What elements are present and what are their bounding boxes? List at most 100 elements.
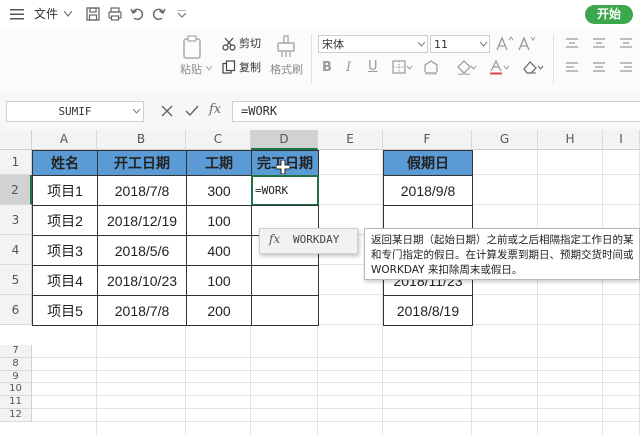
column-header-d[interactable]: D: [251, 130, 318, 150]
font-name-select[interactable]: 宋体: [318, 35, 428, 53]
table-cell[interactable]: [251, 295, 319, 326]
print-icon[interactable]: [108, 7, 122, 21]
customize-toolbar-chevron-icon[interactable]: [178, 10, 186, 18]
align-bottom-icon[interactable]: [620, 38, 632, 48]
bold-icon[interactable]: B: [322, 60, 332, 76]
clear-format-icon[interactable]: [522, 60, 544, 75]
gridline: [32, 395, 640, 397]
table-cell[interactable]: [251, 265, 319, 296]
chevron-down-icon[interactable]: [418, 42, 425, 47]
cut-button[interactable]: 剪切: [239, 37, 261, 51]
paste-label[interactable]: 粘贴: [180, 63, 202, 77]
table-cell[interactable]: 项目2: [32, 205, 98, 236]
align-right-icon[interactable]: [620, 62, 632, 74]
file-menu[interactable]: 文件: [34, 0, 58, 28]
ribbon-divider: [311, 34, 312, 84]
table-cell[interactable]: 400: [186, 235, 252, 266]
chevron-down-icon[interactable]: [133, 109, 140, 114]
underline-icon[interactable]: U: [368, 59, 378, 75]
gridline: [537, 150, 538, 435]
active-cell-d2[interactable]: =WORK: [251, 175, 319, 206]
format-painter-icon[interactable]: [276, 35, 296, 59]
cancel-formula-icon[interactable]: [161, 105, 173, 117]
row-header-12[interactable]: 12: [0, 409, 32, 422]
function-fx-icon: fx: [269, 232, 281, 246]
paste-chevron-icon[interactable]: [206, 66, 212, 71]
row-header-4[interactable]: 4: [0, 235, 32, 265]
font-size-value: 11: [434, 38, 448, 51]
select-all-corner[interactable]: [0, 130, 32, 150]
chevron-down-icon[interactable]: [480, 42, 487, 47]
fill-color-icon[interactable]: [422, 60, 440, 75]
table-cell[interactable]: 项目1: [32, 175, 98, 206]
gridline: [32, 369, 640, 371]
row-header-5[interactable]: 5: [0, 265, 32, 295]
align-center-icon[interactable]: [593, 62, 605, 74]
table-cell[interactable]: 200: [186, 295, 252, 326]
column-header-b[interactable]: B: [97, 130, 186, 150]
table-cell[interactable]: 2018/7/8: [97, 175, 187, 206]
row-header-7[interactable]: 7: [0, 345, 32, 358]
hamburger-menu-icon[interactable]: [10, 9, 24, 20]
column-header-e[interactable]: E: [318, 130, 383, 150]
format-painter-label[interactable]: 格式刷: [270, 63, 303, 77]
borders-icon[interactable]: [392, 60, 412, 75]
row-header-6[interactable]: 6: [0, 295, 32, 325]
row-header-9[interactable]: 9: [0, 370, 32, 384]
table-cell[interactable]: 100: [186, 265, 252, 296]
align-top-icon[interactable]: [566, 38, 578, 48]
copy-icon[interactable]: [222, 60, 236, 74]
gridline: [32, 382, 640, 384]
cut-icon[interactable]: [222, 37, 236, 51]
copy-button[interactable]: 复制: [239, 61, 261, 75]
gridline: [32, 420, 640, 422]
paste-icon[interactable]: [182, 35, 204, 59]
table-cell[interactable]: 2018/12/19: [97, 205, 187, 236]
align-left-icon[interactable]: [566, 62, 578, 74]
confirm-formula-icon[interactable]: [185, 105, 199, 117]
row-header-8[interactable]: 8: [0, 357, 32, 371]
column-header-h[interactable]: H: [538, 130, 603, 150]
table-cell[interactable]: 100: [186, 205, 252, 236]
table-cell[interactable]: 项目5: [32, 295, 98, 326]
start-tab-button[interactable]: 开始: [585, 5, 633, 24]
column-header-g[interactable]: G: [472, 130, 538, 150]
decrease-font-size-icon[interactable]: [518, 36, 536, 52]
table-header-1[interactable]: 姓名: [32, 150, 98, 176]
undo-icon[interactable]: [130, 7, 144, 21]
increase-font-size-icon[interactable]: [496, 36, 514, 52]
function-autocomplete-dropdown[interactable]: fx WORKDAY: [259, 228, 358, 254]
italic-icon[interactable]: I: [346, 60, 351, 76]
holiday-cell[interactable]: 2018/9/8: [383, 175, 473, 206]
align-middle-icon[interactable]: [593, 38, 605, 48]
column-header-f[interactable]: F: [383, 130, 472, 150]
table-header-2[interactable]: 开工日期: [97, 150, 187, 176]
font-color-icon[interactable]: [489, 60, 509, 75]
table-cell[interactable]: 300: [186, 175, 252, 206]
name-box[interactable]: SUMIF: [6, 101, 144, 122]
holiday-header[interactable]: 假期日: [383, 150, 473, 176]
column-header-c[interactable]: C: [186, 130, 251, 150]
chevron-down-icon[interactable]: [64, 11, 72, 17]
fill-bucket-icon[interactable]: [456, 60, 476, 75]
table-cell[interactable]: 2018/5/6: [97, 235, 187, 266]
holiday-cell[interactable]: 2018/8/19: [383, 295, 473, 326]
insert-function-fx-icon[interactable]: fx: [209, 102, 221, 117]
row-header-2[interactable]: 2: [0, 175, 32, 205]
table-cell[interactable]: 项目3: [32, 235, 98, 266]
table-cell[interactable]: 2018/7/8: [97, 295, 187, 326]
save-icon[interactable]: [86, 7, 100, 21]
formula-input[interactable]: =WORK: [232, 101, 640, 122]
table-header-3[interactable]: 工期: [186, 150, 252, 176]
table-cell[interactable]: 2018/10/23: [97, 265, 187, 296]
row-header-11[interactable]: 11: [0, 396, 32, 409]
autocomplete-item-workday[interactable]: WORKDAY: [293, 233, 339, 246]
menu-bar: 文件 开始: [0, 0, 640, 28]
table-cell[interactable]: 项目4: [32, 265, 98, 296]
redo-icon[interactable]: [152, 7, 166, 21]
column-header-i[interactable]: I: [603, 130, 640, 150]
column-header-a[interactable]: A: [32, 130, 97, 150]
row-header-1[interactable]: 1: [0, 150, 32, 175]
row-header-10[interactable]: 10: [0, 383, 32, 397]
row-header-3[interactable]: 3: [0, 205, 32, 235]
